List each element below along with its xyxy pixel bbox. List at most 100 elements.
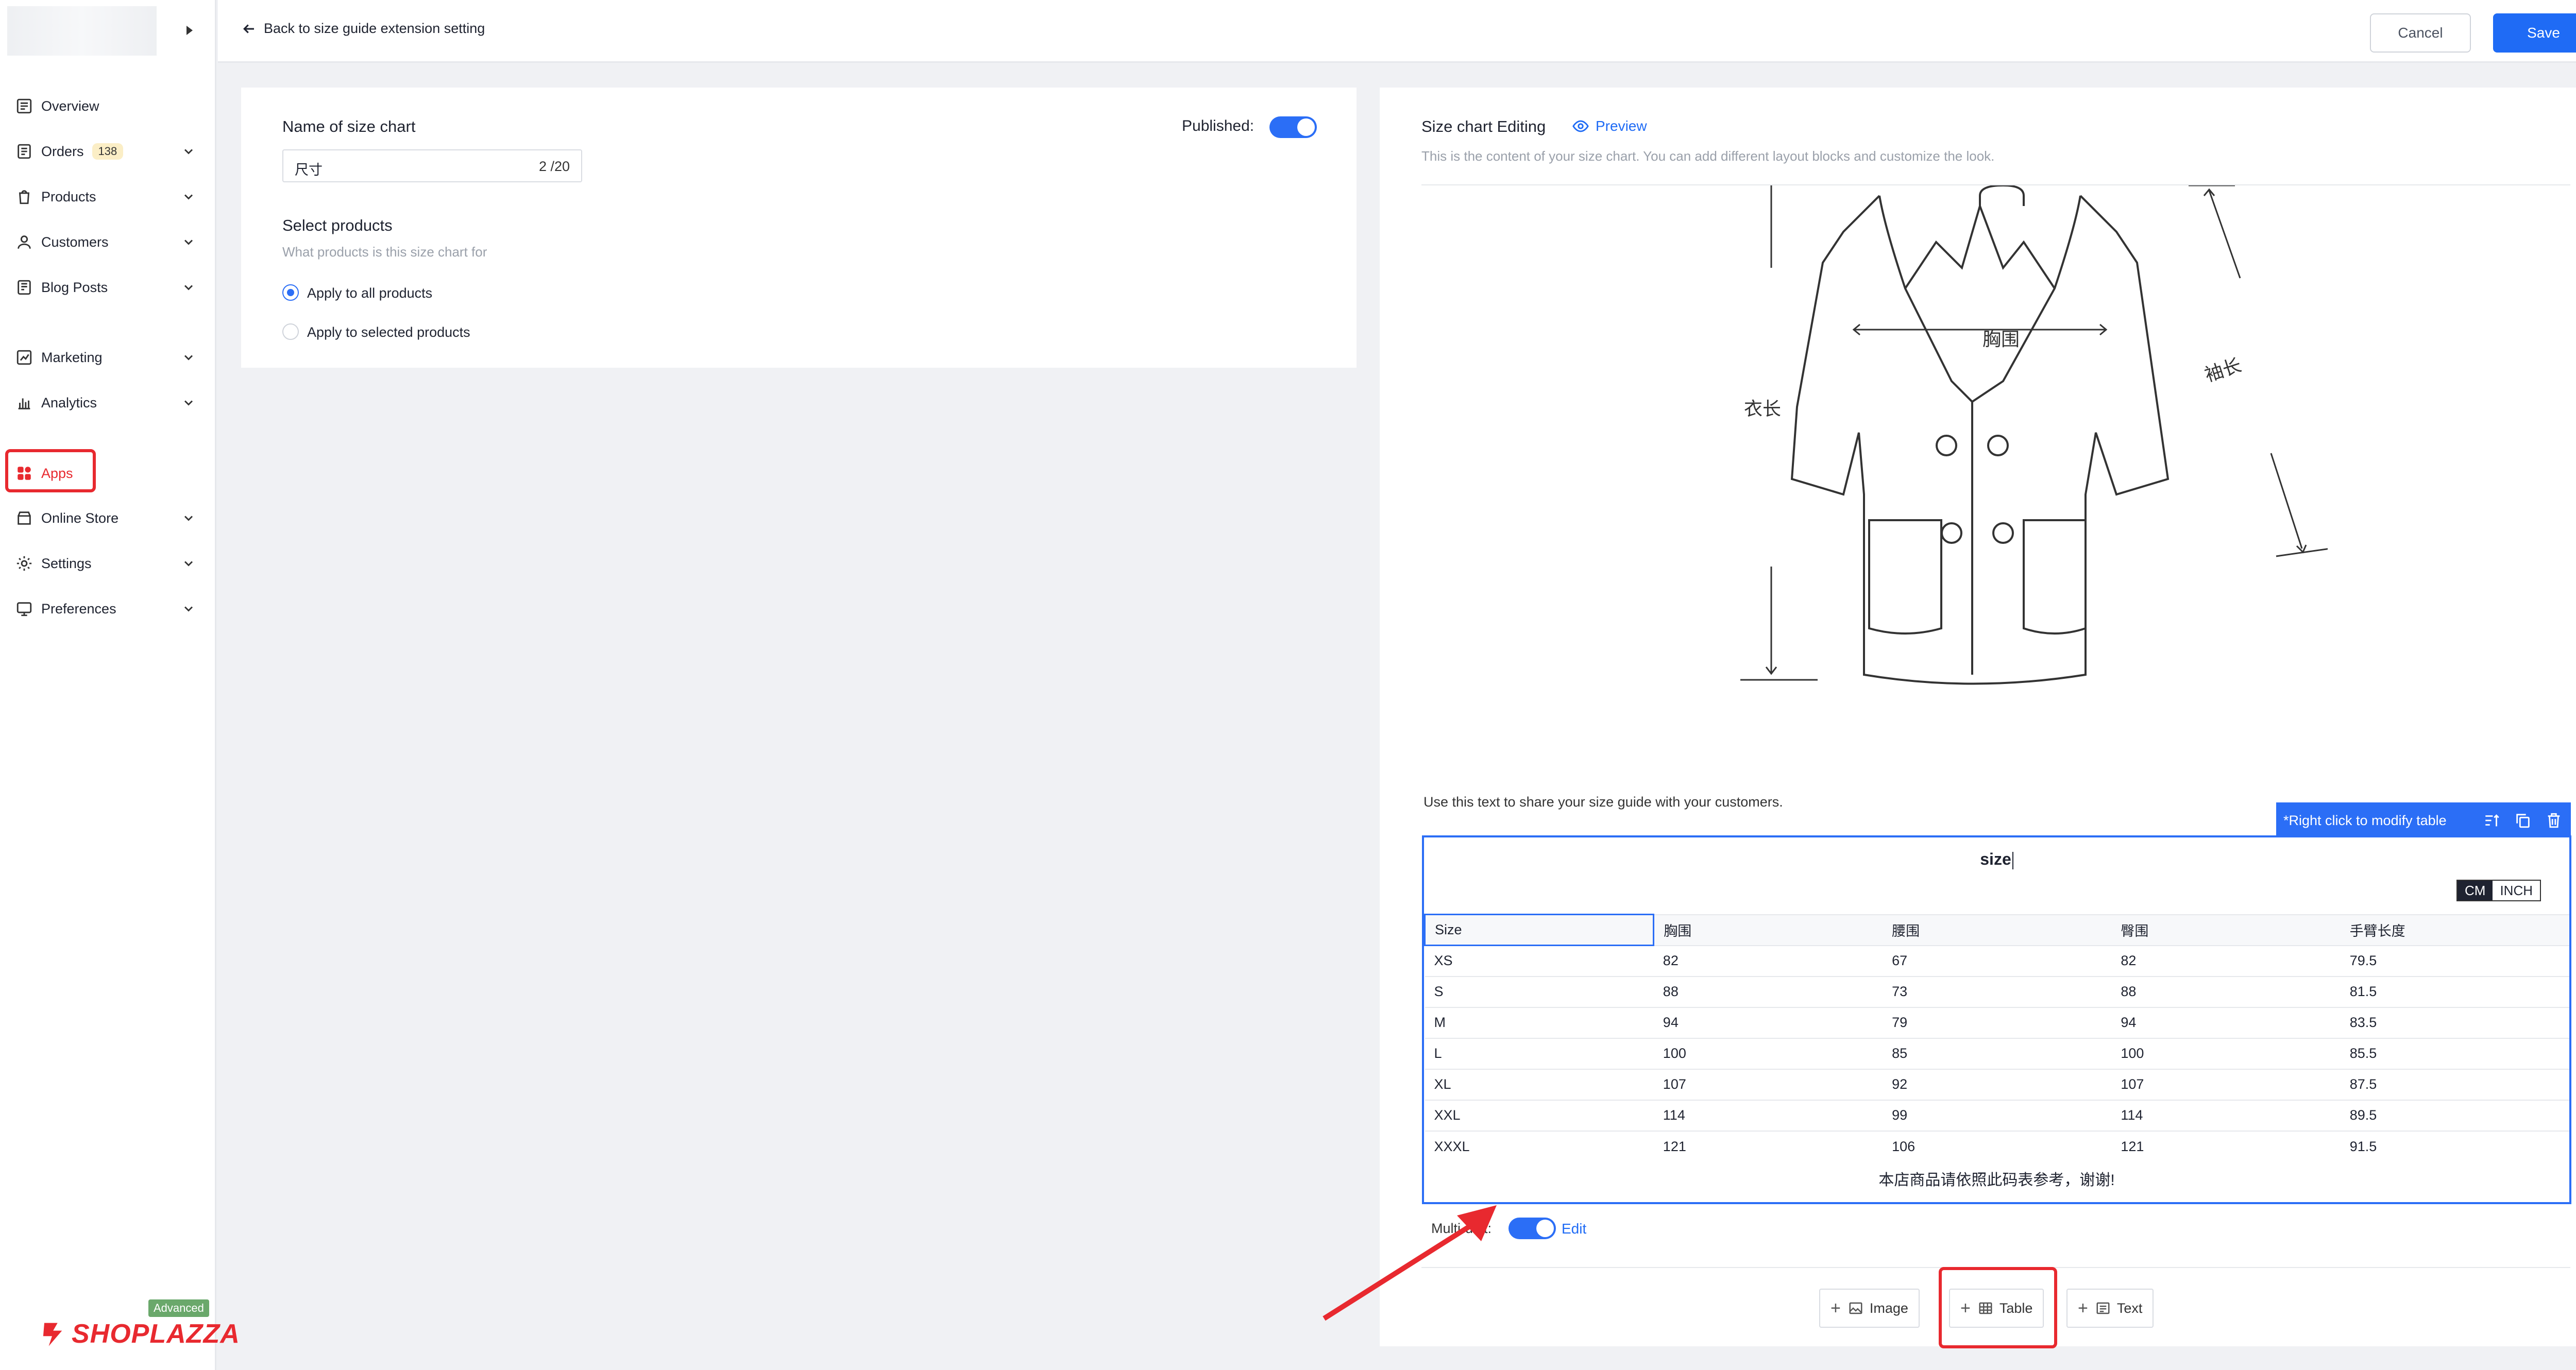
table-cell[interactable]: 114 <box>1653 1099 1883 1131</box>
size-table-block[interactable]: size CM INCH Size 胸围 腰围 臀围 手臂长度 XS 82 67… <box>1422 835 2571 1204</box>
products-icon <box>19 190 30 204</box>
table-cell[interactable]: 121 <box>2111 1130 2341 1162</box>
table-cell[interactable]: XL <box>1425 1068 1654 1100</box>
table-row: S 88 73 88 81.5 <box>1425 975 2569 1007</box>
chevron-down-icon[interactable] <box>181 190 196 204</box>
sidebar-item-orders[interactable]: Orders 138 <box>0 133 216 170</box>
radio-all-products-label: Apply to all products <box>307 285 433 301</box>
chevron-down-icon[interactable] <box>181 602 196 616</box>
name-value: 尺寸 <box>295 162 323 178</box>
table-cell[interactable]: 88 <box>1653 975 1883 1007</box>
table-cell[interactable]: 67 <box>1883 945 2112 977</box>
size-chart-name-input[interactable]: 尺寸 2 /20 <box>282 149 582 182</box>
table-cell[interactable]: 106 <box>1883 1130 2112 1162</box>
sidebar-item-blog-posts[interactable]: Blog Posts <box>0 269 216 306</box>
radio-selected-products[interactable] <box>282 323 299 340</box>
chevron-down-icon[interactable] <box>181 280 196 295</box>
table-cell[interactable]: 73 <box>1883 975 2112 1007</box>
unit-inch[interactable]: INCH <box>2493 881 2540 900</box>
table-cell[interactable]: 94 <box>2111 1006 2341 1038</box>
table-cell[interactable]: 107 <box>2111 1068 2341 1100</box>
chevron-down-icon[interactable] <box>181 396 196 410</box>
share-text[interactable]: Use this text to share your size guide w… <box>1423 794 1783 810</box>
sidebar-item-online-store[interactable]: Online Store <box>0 500 216 537</box>
unit-switch[interactable]: CM INCH <box>2456 880 2541 901</box>
preview-link[interactable]: Preview <box>1572 117 1647 135</box>
trash-icon[interactable] <box>2545 812 2563 829</box>
store-switcher[interactable] <box>0 0 216 61</box>
sidebar-item-preferences[interactable]: Preferences <box>0 590 216 627</box>
published-label: Published: <box>1182 117 1255 134</box>
sidebar-item-products[interactable]: Products <box>0 178 216 215</box>
sidebar-item-analytics[interactable]: Analytics <box>0 384 216 421</box>
table-cell[interactable]: 91.5 <box>2340 1130 2569 1162</box>
copy-icon[interactable] <box>2514 812 2532 829</box>
table-header-cell[interactable]: 腰围 <box>1883 914 2112 946</box>
table-cell[interactable]: 99 <box>1883 1099 2112 1131</box>
table-cell[interactable]: M <box>1425 1006 1654 1038</box>
chevron-down-icon[interactable] <box>181 511 196 525</box>
online-store-icon <box>18 511 31 525</box>
table-cell[interactable]: 107 <box>1653 1068 1883 1100</box>
sort-icon[interactable] <box>2483 812 2501 829</box>
table-footer-note[interactable]: 本店商品请依照此码表参考，谢谢! <box>1424 1167 2569 1190</box>
sidebar-item-customers[interactable]: Customers <box>0 224 216 261</box>
expand-caret-icon[interactable] <box>187 26 193 35</box>
arrow-left-icon <box>243 24 254 33</box>
customers-icon <box>18 235 31 249</box>
table-cell[interactable]: XXXL <box>1425 1130 1654 1162</box>
table-cell[interactable]: 83.5 <box>2340 1006 2569 1038</box>
table-button-highlight-box <box>1939 1267 2057 1348</box>
sidebar-item-settings[interactable]: Settings <box>0 545 216 582</box>
orders-icon <box>18 144 31 159</box>
table-header-cell[interactable]: 手臂长度 <box>2340 914 2569 946</box>
table-cell[interactable]: XS <box>1425 945 1654 977</box>
table-cell[interactable]: 81.5 <box>2340 975 2569 1007</box>
select-products-label: Select products <box>282 216 393 234</box>
radio-selected-products-label: Apply to selected products <box>307 324 470 340</box>
published-toggle[interactable] <box>1269 116 1317 138</box>
table-cell[interactable]: XXL <box>1425 1099 1654 1131</box>
table-cell[interactable]: 82 <box>2111 945 2341 977</box>
cancel-button[interactable]: Cancel <box>2370 13 2471 53</box>
table-cell[interactable]: 92 <box>1883 1068 2112 1100</box>
table-cell[interactable]: 85 <box>1883 1037 2112 1069</box>
save-button[interactable]: Save <box>2493 13 2576 53</box>
brand-name: SHOPLAZZA <box>72 1319 240 1349</box>
jacket-size-diagram[interactable] <box>1694 185 2328 773</box>
table-cell[interactable]: 79.5 <box>2340 945 2569 977</box>
table-cell[interactable]: 79 <box>1883 1006 2112 1038</box>
table-cell[interactable]: 82 <box>1653 945 1883 977</box>
chevron-down-icon[interactable] <box>181 350 196 365</box>
table-header-cell[interactable]: Size <box>1423 914 1655 946</box>
table-cell[interactable]: 121 <box>1653 1130 1883 1162</box>
table-cell[interactable]: 89.5 <box>2340 1099 2569 1131</box>
table-cell[interactable]: 100 <box>1653 1037 1883 1069</box>
preferences-icon <box>16 602 32 616</box>
unit-cm[interactable]: CM <box>2458 881 2493 900</box>
table-cell[interactable]: S <box>1425 975 1654 1007</box>
chevron-down-icon[interactable] <box>181 556 196 571</box>
radio-all-products[interactable] <box>282 284 299 301</box>
orders-count-badge: 138 <box>92 143 124 160</box>
chevron-down-icon[interactable] <box>181 235 196 249</box>
table-cell[interactable]: 88 <box>2111 975 2341 1007</box>
back-link[interactable]: Back to size guide extension setting <box>241 21 485 37</box>
table-cell[interactable]: 85.5 <box>2340 1037 2569 1069</box>
table-cell[interactable]: 100 <box>2111 1037 2341 1069</box>
table-cell[interactable]: 87.5 <box>2340 1068 2569 1100</box>
sidebar-item-marketing[interactable]: Marketing <box>0 339 216 376</box>
table-header-cell[interactable]: 胸围 <box>1653 914 1883 946</box>
chevron-down-icon[interactable] <box>181 144 196 159</box>
gear-icon <box>16 556 32 571</box>
table-header-cell[interactable]: 臀围 <box>2111 914 2341 946</box>
add-text-button[interactable]: + Text <box>2066 1289 2154 1328</box>
sidebar-item-overview[interactable]: Overview <box>0 88 216 125</box>
size-table[interactable]: Size 胸围 腰围 臀围 手臂长度 XS 82 67 82 79.5 S 88… <box>1423 914 2569 1162</box>
table-cell[interactable]: 94 <box>1653 1006 1883 1038</box>
table-cell[interactable]: 114 <box>2111 1099 2341 1131</box>
table-cell[interactable]: L <box>1425 1037 1654 1069</box>
add-image-button[interactable]: + Image <box>1819 1289 1920 1328</box>
table-title[interactable]: size <box>1424 850 2569 869</box>
multi-unit-edit-link[interactable]: Edit <box>1562 1221 1586 1237</box>
